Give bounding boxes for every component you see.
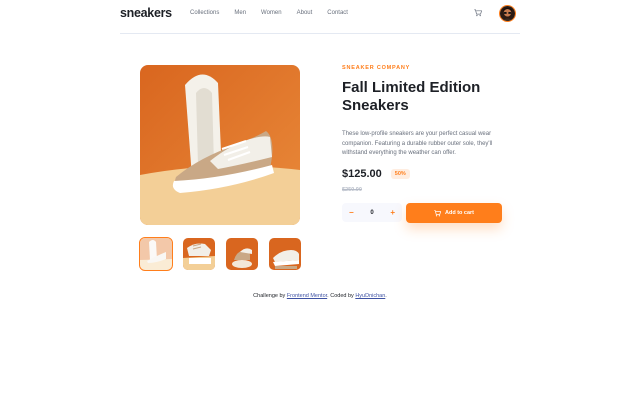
discount-badge: 50% (390, 168, 410, 179)
attribution-prefix: Challenge by (253, 293, 287, 299)
main-nav: Collections Men Women About Contact (190, 10, 363, 16)
attribution-suffix: . (385, 293, 387, 299)
thumbnail-3[interactable] (226, 238, 258, 270)
add-to-cart-label: Add to cart (444, 210, 475, 216)
site-header: sneakers Collections Men Women About Con… (120, 0, 520, 34)
quantity-stepper: − 0 + (342, 203, 402, 222)
add-to-cart-button[interactable]: Add to cart (406, 203, 502, 223)
purchase-actions: − 0 + Add to cart (342, 203, 502, 223)
frontend-mentor-link[interactable]: Frontend Mentor (287, 293, 327, 299)
product-description: These low-profile sneakers are your perf… (342, 131, 493, 156)
nav-about[interactable]: About (297, 10, 313, 16)
nav-women[interactable]: Women (261, 10, 282, 16)
increment-button[interactable]: + (390, 208, 395, 217)
product-main-image[interactable] (140, 65, 300, 225)
nav-men[interactable]: Men (234, 10, 246, 16)
current-price: $125.00 (342, 167, 382, 180)
thumbnail-2[interactable] (183, 238, 215, 270)
product-title: Fall Limited Edition Sneakers (342, 79, 481, 114)
cart-icon[interactable] (474, 9, 482, 17)
cart-icon (434, 209, 441, 216)
price-row: $125.00 50% (342, 168, 512, 180)
thumbnail-strip (139, 237, 301, 271)
attribution-mid: . Coded by (327, 293, 356, 299)
thumbnail-1[interactable] (139, 237, 173, 271)
original-price: $250.00 (342, 186, 362, 193)
thumbnail-4[interactable] (269, 238, 301, 270)
product-info: SNEAKER COMPANY Fall Limited Edition Sne… (342, 65, 512, 193)
logo[interactable]: sneakers (120, 6, 172, 20)
decrement-button[interactable]: − (349, 208, 354, 217)
quantity-value: 0 (370, 209, 374, 216)
nav-collections[interactable]: Collections (190, 10, 219, 16)
author-link[interactable]: HyuDnichan (355, 293, 385, 299)
nav-contact[interactable]: Contact (327, 10, 348, 16)
company-label: SNEAKER COMPANY (342, 65, 411, 71)
attribution: Challenge by Frontend Mentor. Coded by H… (0, 293, 640, 299)
avatar[interactable] (499, 5, 516, 22)
